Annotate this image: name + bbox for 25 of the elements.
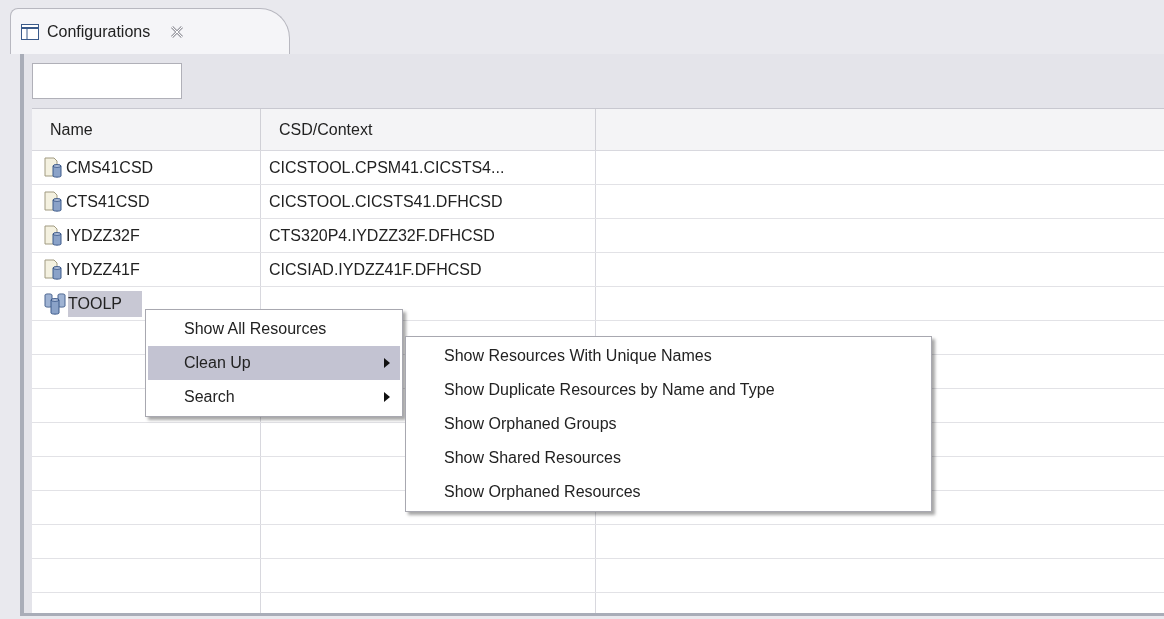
column-header[interactable]: Name: [50, 117, 93, 142]
table-icon: [21, 23, 39, 40]
configuration-name[interactable]: CTS41CSD: [66, 188, 170, 215]
table-cell-text: CICSTOOL.CPSM41.CICSTS4...: [269, 157, 505, 178]
menu-item[interactable]: Show All Resources: [148, 312, 400, 346]
configuration-name[interactable]: TOOLP: [68, 290, 142, 317]
tab-title: Configurations: [47, 21, 151, 42]
menu-item[interactable]: Show Shared Resources: [408, 441, 929, 475]
table-cell-text: CTS320P4.IYDZZ32F.DFHCSD: [269, 225, 495, 246]
column-header[interactable]: CSD/Context: [279, 117, 373, 142]
tab[interactable]: Configurations: [10, 8, 290, 54]
menu-item[interactable]: Show Duplicate Resources by Name and Type: [408, 373, 929, 407]
table-cell-text: CICSTOOL.CICSTS41.DFHCSD: [269, 191, 503, 212]
database-group-icon: [44, 291, 68, 316]
menu-item[interactable]: Search: [148, 380, 400, 414]
close-icon[interactable]: [170, 24, 185, 39]
menu-item[interactable]: Clean Up: [148, 346, 400, 380]
configuration-name[interactable]: CMS41CSD: [66, 154, 174, 181]
configuration-name[interactable]: IYDZZ41F: [66, 256, 160, 283]
configuration-name[interactable]: IYDZZ32F: [66, 222, 160, 249]
menu-item[interactable]: Show Orphaned Resources: [408, 475, 929, 509]
filter-field[interactable]: [32, 63, 182, 99]
table-cell-text: CICSIAD.IYDZZ41F.DFHCSD: [269, 259, 482, 280]
menu-item[interactable]: Show Orphaned Groups: [408, 407, 929, 441]
menu-item[interactable]: Show Resources With Unique Names: [408, 339, 929, 373]
